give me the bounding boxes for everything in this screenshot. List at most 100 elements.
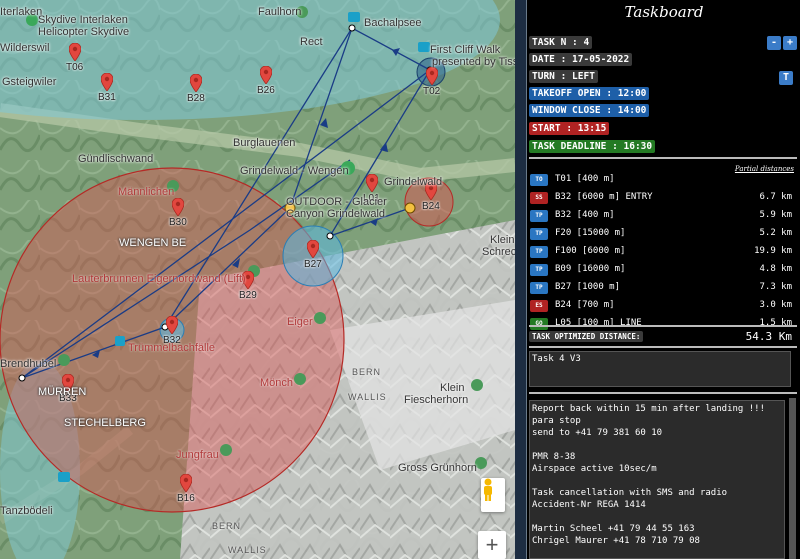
place-label: Männlichen xyxy=(118,186,175,198)
turnpoint-row: TP F20 [15000 m] 5.2 km xyxy=(530,228,792,242)
place-label: Skydive Interlaken xyxy=(38,14,128,26)
place-label: Jungfrau xyxy=(176,449,219,461)
task-name-textarea[interactable]: Task 4 V3 xyxy=(529,351,791,387)
place-label: Iterlaken xyxy=(0,6,43,18)
turnpoint-type-badge: TP xyxy=(530,210,548,222)
taskboard-panel: Taskboard TASK N : 4 - + DATE : 17-05-20… xyxy=(526,0,800,559)
turnpoint-row: TO T01 [400 m] xyxy=(530,174,792,188)
waypoint-pin-icon[interactable] xyxy=(190,74,202,92)
turnpoint-name: F100 [6000 m] xyxy=(555,246,626,256)
border-label: WALLIS xyxy=(348,392,387,402)
waypoint-pin-icon[interactable] xyxy=(69,43,81,61)
turnpoint-type-badge: TP xyxy=(530,282,548,294)
place-label: Schreckh xyxy=(482,246,515,258)
place-label: Gündlischwand xyxy=(78,153,154,165)
task-prev-button[interactable]: - xyxy=(767,36,781,50)
waypoint-label: B26 xyxy=(257,85,275,96)
turnpoint-name: T01 [400 m] xyxy=(555,174,615,184)
turnpoint-name: B32 [400 m] xyxy=(555,210,615,220)
turnpoint-distance: 5.9 km xyxy=(759,210,792,220)
panel-divider xyxy=(515,0,526,559)
waypoint-label: T02 xyxy=(423,86,441,97)
turnpoint-distance: 4.8 km xyxy=(759,264,792,274)
place-label: MÜRREN xyxy=(38,386,87,398)
turnpoint-name: B32 [6000 m] ENTRY xyxy=(555,192,653,202)
turnpoint-name: B24 [700 m] xyxy=(555,300,615,310)
waypoint-label: B28 xyxy=(187,93,205,104)
turnpoint-name: B27 [1000 m] xyxy=(555,282,621,292)
waypoint-label: B16 xyxy=(177,493,195,504)
turnpoint-name: B09 [16000 m] xyxy=(555,264,626,274)
turnpoint-distance: 5.2 km xyxy=(759,228,792,238)
task-number: TASK N : 4 xyxy=(529,36,593,49)
place-label: Grindelwald xyxy=(384,176,443,188)
place-label: Faulhorn xyxy=(258,6,302,18)
turnpoint-type-badge: TP xyxy=(530,228,548,240)
start-time: START : 13:15 xyxy=(529,122,610,135)
zoom-in-button[interactable]: + xyxy=(478,531,506,559)
divider-line xyxy=(529,325,797,327)
task-date: DATE : 17-05-2022 xyxy=(529,53,633,66)
notes-scrollbar[interactable] xyxy=(789,398,796,559)
partial-distances-label: Partial distances xyxy=(734,165,794,173)
divider-line xyxy=(529,157,797,159)
waypoint-pin-icon[interactable] xyxy=(172,198,184,216)
border-label: BERN xyxy=(352,367,382,377)
turnpoint-row: ES B24 [700 m] 3.0 km xyxy=(530,300,792,314)
task-notes-textarea[interactable]: Report back within 15 min after landing … xyxy=(529,400,785,559)
turnpoint-name: F20 [15000 m] xyxy=(555,228,626,238)
street-view-pegman[interactable] xyxy=(481,478,505,512)
place-label: OUTDOOR - Glacier xyxy=(286,196,387,208)
waypoint-label: B29 xyxy=(239,290,257,301)
waypoint-pin-icon[interactable] xyxy=(366,174,378,192)
turnpoint-type-badge: TP xyxy=(530,246,548,258)
turnpoint-distance: 6.7 km xyxy=(759,192,792,202)
place-label: Brendhubel xyxy=(0,358,57,370)
place-label: Tanzbödeli xyxy=(0,505,53,517)
waypoint-pin-icon[interactable] xyxy=(307,240,319,258)
border-label: BERN xyxy=(212,521,242,531)
waypoint-pin-icon[interactable] xyxy=(101,73,113,91)
place-label: STECHELBERG xyxy=(64,417,146,429)
optimized-distance-value: 54.3 Km xyxy=(745,330,792,343)
waypoint-label: B31 xyxy=(98,92,116,103)
turnpoint-row: TP B32 [400 m] 5.9 km xyxy=(530,210,792,224)
window-close: WINDOW CLOSE : 14:00 xyxy=(529,104,650,117)
pegman-icon xyxy=(484,478,492,501)
turnpoint-type-badge: GO xyxy=(530,318,548,330)
place-label: Wilderswil xyxy=(0,42,50,54)
waypoint-pin-icon[interactable] xyxy=(166,316,178,334)
turnpoint-row: TP B27 [1000 m] 7.3 km xyxy=(530,282,792,296)
turnpoint-type-badge: TO xyxy=(530,174,548,186)
place-label: Canyon Grindelwald xyxy=(286,208,386,220)
waypoint-pin-icon[interactable] xyxy=(426,67,438,85)
turnpoint-row: SS B32 [6000 m] ENTRY 6.7 km xyxy=(530,192,792,206)
task-turn: TURN : LEFT xyxy=(529,70,598,83)
turnpoint-distance: 3.0 km xyxy=(759,300,792,310)
place-label: WENGEN BE xyxy=(119,237,187,249)
optimized-distance-label: TASK OPTIMIZED DISTANCE: xyxy=(529,331,644,342)
waypoint-pin-icon[interactable] xyxy=(260,66,272,84)
place-label: Helicopter Skydive xyxy=(38,26,130,38)
waypoint-label: B30 xyxy=(169,217,187,228)
place-label: Trümmelbachfälle xyxy=(128,342,216,354)
turnpoint-row: TP B09 [16000 m] 4.8 km xyxy=(530,264,792,278)
turnpoint-row: TP F100 [6000 m] 19.9 km xyxy=(530,246,792,260)
place-label: Bachalpsee xyxy=(364,17,422,29)
taskboard-title: Taskboard xyxy=(624,3,704,21)
takeoff-open: TAKEOFF OPEN : 12:00 xyxy=(529,87,650,100)
turnpoint-type-badge: SS xyxy=(530,192,548,204)
turnpoint-distance: 19.9 km xyxy=(754,246,792,256)
place-label: Burglauenen xyxy=(233,137,296,149)
place-label: presented by Tissot xyxy=(432,56,515,68)
divider-line xyxy=(529,392,797,394)
place-label: Lauterbrunnen Eigernordwand (Lift) xyxy=(72,273,246,285)
place-label: Fiescherhorn xyxy=(404,394,469,406)
map-view[interactable]: T06 B31 B28 B26 T02 L01 B24 B30 B27 B29 B32 B33 B16 … xyxy=(0,0,515,559)
place-label: Rect xyxy=(300,36,323,48)
place-label: Gross Grünhorn xyxy=(398,462,477,474)
turnpoint-type-badge: TP xyxy=(530,264,548,276)
waypoint-pin-icon[interactable] xyxy=(180,474,192,492)
turn-toggle-button[interactable]: T xyxy=(779,71,793,85)
task-next-button[interactable]: + xyxy=(783,36,797,50)
